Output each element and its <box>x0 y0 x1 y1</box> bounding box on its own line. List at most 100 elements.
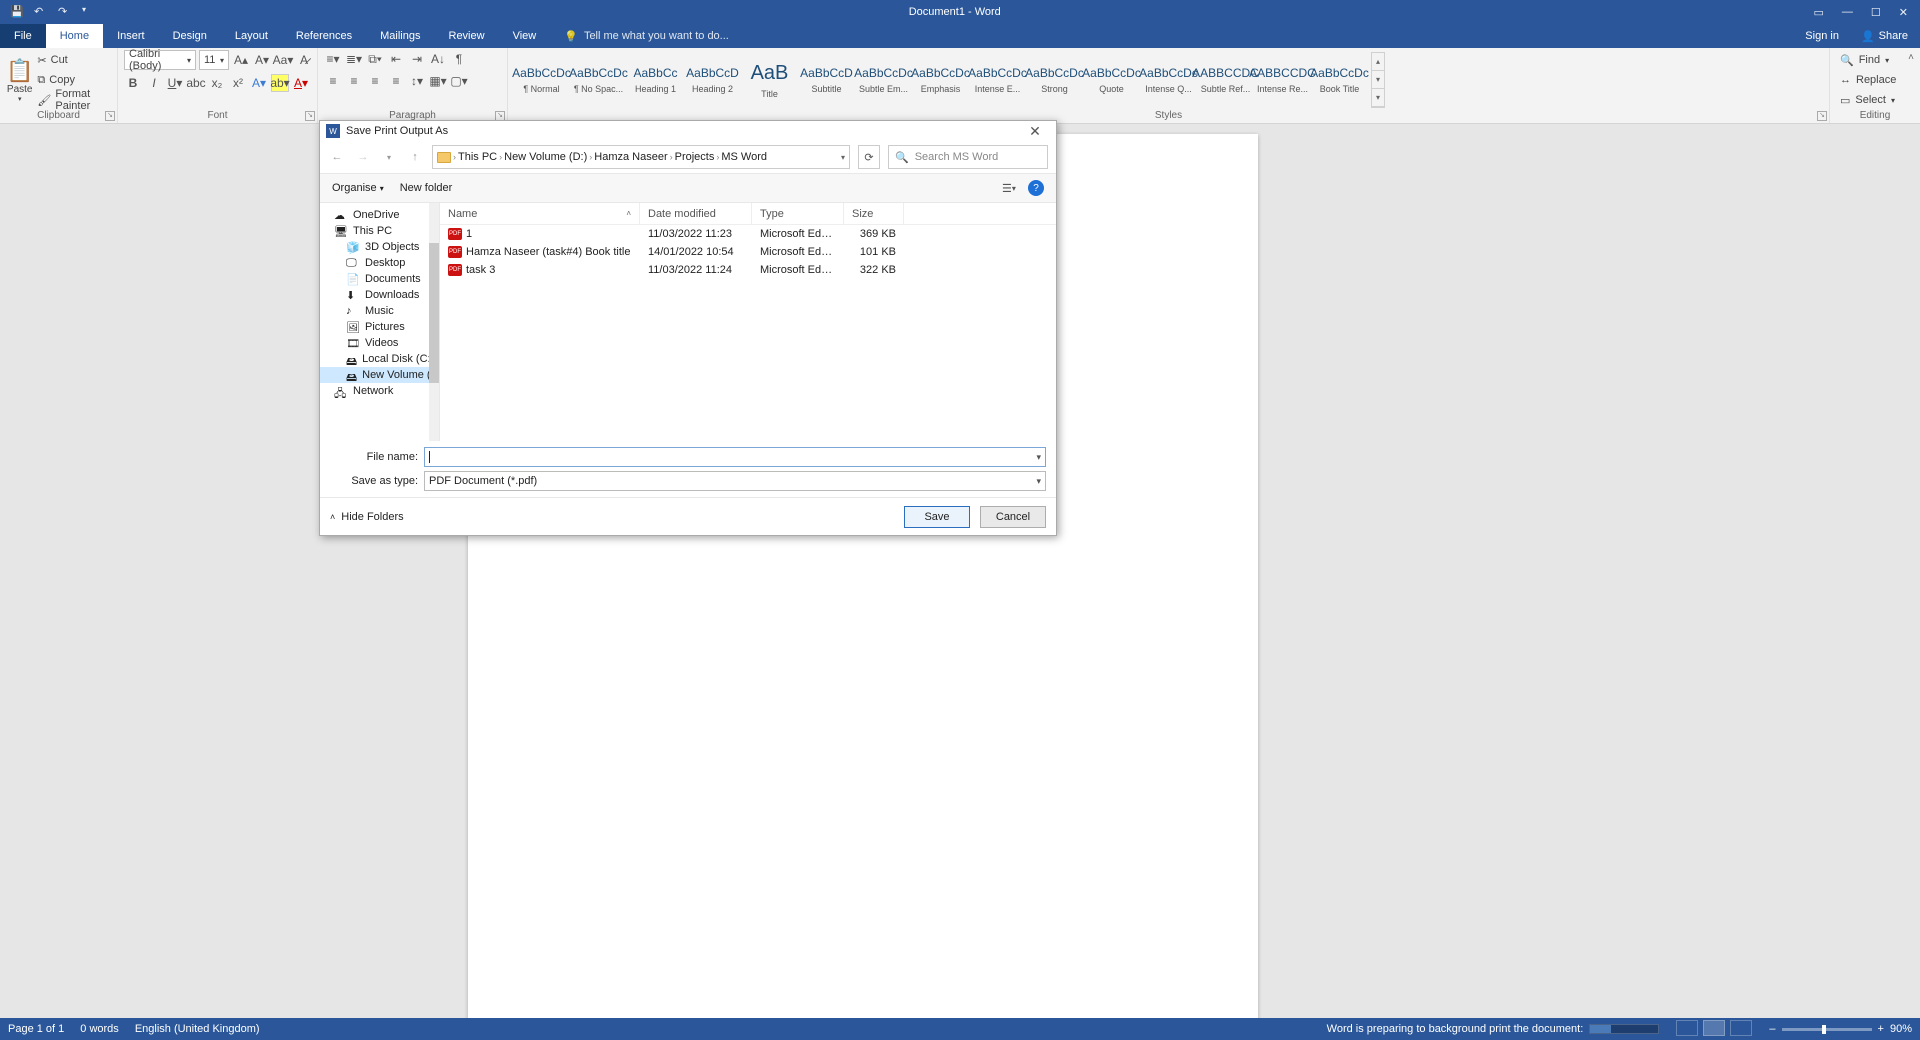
dialog-close-button[interactable]: ✕ <box>1020 123 1050 140</box>
grow-font-button[interactable]: A▴ <box>232 51 250 69</box>
view-web-layout[interactable] <box>1730 1020 1752 1036</box>
font-launcher[interactable]: ↘ <box>305 111 315 121</box>
align-right-button[interactable]: ≡ <box>366 72 384 90</box>
shading-button[interactable]: ▦▾ <box>429 72 447 90</box>
style-heading-2[interactable]: AaBbCcDHeading 2 <box>685 52 740 108</box>
minimize-icon[interactable]: — <box>1842 6 1853 19</box>
qat-customize-icon[interactable]: ▾ <box>82 5 96 19</box>
style-strong[interactable]: AaBbCcDcStrong <box>1027 52 1082 108</box>
col-name[interactable]: Name˄ <box>440 203 640 224</box>
zoom-slider[interactable] <box>1782 1028 1872 1031</box>
search-input[interactable]: 🔍 Search MS Word <box>888 145 1048 169</box>
tree-pictures[interactable]: 🖼Pictures <box>320 319 439 335</box>
tab-insert[interactable]: Insert <box>103 24 159 48</box>
view-options-button[interactable]: ☰▾ <box>1000 179 1018 197</box>
tab-view[interactable]: View <box>499 24 551 48</box>
line-spacing-button[interactable]: ↕▾ <box>408 72 426 90</box>
text-effects-button[interactable]: A▾ <box>250 74 268 92</box>
tree-network[interactable]: 🖧Network <box>320 383 439 399</box>
hide-folders-toggle[interactable]: ˄Hide Folders <box>330 511 404 523</box>
save-button[interactable]: Save <box>904 506 970 528</box>
sign-in-link[interactable]: Sign in <box>1795 24 1849 48</box>
zoom-in-button[interactable]: + <box>1878 1023 1884 1035</box>
style-title[interactable]: AaBTitle <box>742 52 797 108</box>
collapse-ribbon-icon[interactable]: ˄ <box>1908 52 1914 63</box>
help-button[interactable]: ? <box>1028 180 1044 196</box>
col-size[interactable]: Size <box>844 203 904 224</box>
borders-button[interactable]: ▢▾ <box>450 72 468 90</box>
bold-button[interactable]: B <box>124 74 142 92</box>
clipboard-launcher[interactable]: ↘ <box>105 111 115 121</box>
italic-button[interactable]: I <box>145 74 163 92</box>
close-icon[interactable]: ✕ <box>1899 6 1908 19</box>
maximize-icon[interactable]: ☐ <box>1871 6 1881 19</box>
find-button[interactable]: 🔍Find▾ <box>1836 51 1900 69</box>
cancel-button[interactable]: Cancel <box>980 506 1046 528</box>
zoom-out-button[interactable]: – <box>1769 1023 1775 1035</box>
share-button[interactable]: 👤 Share <box>1849 24 1920 48</box>
style-subtle-em-[interactable]: AaBbCcDcSubtle Em... <box>856 52 911 108</box>
zoom-level[interactable]: 90% <box>1890 1023 1912 1035</box>
tree-scrollbar[interactable] <box>429 203 439 441</box>
style-subtitle[interactable]: AaBbCcDSubtitle <box>799 52 854 108</box>
tree-documents[interactable]: 📄Documents <box>320 271 439 287</box>
tree-new-volume-d-[interactable]: 🖴New Volume (D:) <box>320 367 439 383</box>
styles-more-button[interactable]: ▾ <box>1372 89 1384 107</box>
style-subtle-ref-[interactable]: AABBCCDCSubtle Ref... <box>1198 52 1253 108</box>
status-language[interactable]: English (United Kingdom) <box>135 1023 260 1035</box>
col-date[interactable]: Date modified <box>640 203 752 224</box>
font-color-button[interactable]: A▾ <box>292 74 310 92</box>
view-read-mode[interactable] <box>1676 1020 1698 1036</box>
tab-design[interactable]: Design <box>159 24 221 48</box>
clear-formatting-button[interactable]: A̷ <box>295 51 313 69</box>
format-painter-button[interactable]: 🖌Format Painter <box>37 91 111 109</box>
align-left-button[interactable]: ≡ <box>324 72 342 90</box>
decrease-indent-button[interactable]: ⇤ <box>387 50 405 68</box>
subscript-button[interactable]: x₂ <box>208 74 226 92</box>
style-heading-1[interactable]: AaBbCcHeading 1 <box>628 52 683 108</box>
tree-local-disk-c-[interactable]: 🖴Local Disk (C:) <box>320 351 439 367</box>
style-quote[interactable]: AaBbCcDcQuote <box>1084 52 1139 108</box>
organise-menu[interactable]: Organise ▾ <box>332 182 384 194</box>
filename-input[interactable]: ▾ <box>424 447 1046 467</box>
tree-3d-objects[interactable]: 🧊3D Objects <box>320 239 439 255</box>
bullets-button[interactable]: ≡▾ <box>324 50 342 68</box>
replace-button[interactable]: ↔Replace <box>1836 71 1900 89</box>
address-dropdown[interactable]: ▾ <box>841 153 845 162</box>
save-icon[interactable]: 💾 <box>10 5 24 19</box>
strikethrough-button[interactable]: abc <box>187 74 205 92</box>
align-center-button[interactable]: ≡ <box>345 72 363 90</box>
underline-button[interactable]: U▾ <box>166 74 184 92</box>
tree-onedrive[interactable]: ☁OneDrive <box>320 207 439 223</box>
style-emphasis[interactable]: AaBbCcDcEmphasis <box>913 52 968 108</box>
styles-scroll-up[interactable]: ▴ <box>1372 53 1384 71</box>
new-folder-button[interactable]: New folder <box>400 182 453 194</box>
tab-home[interactable]: Home <box>46 24 103 48</box>
styles-launcher[interactable]: ↘ <box>1817 111 1827 121</box>
crumb-drive[interactable]: New Volume (D:) <box>504 151 587 163</box>
crumb-projects[interactable]: Projects <box>675 151 715 163</box>
undo-icon[interactable]: ↶ <box>34 5 48 19</box>
superscript-button[interactable]: x² <box>229 74 247 92</box>
font-size-combo[interactable]: 11▾ <box>199 50 229 70</box>
shrink-font-button[interactable]: A▾ <box>253 51 271 69</box>
select-button[interactable]: ▭Select▾ <box>1836 91 1900 109</box>
sort-button[interactable]: A↓ <box>429 50 447 68</box>
file-row[interactable]: PDFtask 311/03/2022 11:24Microsoft Edge … <box>440 261 1056 279</box>
cut-button[interactable]: ✂Cut <box>37 51 111 69</box>
increase-indent-button[interactable]: ⇥ <box>408 50 426 68</box>
tab-file[interactable]: File <box>0 24 46 48</box>
nav-forward-button[interactable]: → <box>354 148 372 166</box>
tree-videos[interactable]: 🎞Videos <box>320 335 439 351</box>
font-name-combo[interactable]: Calibri (Body)▾ <box>124 50 196 70</box>
file-row[interactable]: PDFHamza Naseer (task#4) Book title14/01… <box>440 243 1056 261</box>
nav-recent-button[interactable]: ▾ <box>380 148 398 166</box>
style--no-spac-[interactable]: AaBbCcDc¶ No Spac... <box>571 52 626 108</box>
numbering-button[interactable]: ≣▾ <box>345 50 363 68</box>
show-marks-button[interactable]: ¶ <box>450 50 468 68</box>
refresh-button[interactable]: ⟳ <box>858 145 880 169</box>
paste-button[interactable]: 📋 Paste ▾ <box>6 58 33 103</box>
col-type[interactable]: Type <box>752 203 844 224</box>
nav-up-button[interactable]: ↑ <box>406 148 424 166</box>
file-row[interactable]: PDF111/03/2022 11:23Microsoft Edge P...3… <box>440 225 1056 243</box>
